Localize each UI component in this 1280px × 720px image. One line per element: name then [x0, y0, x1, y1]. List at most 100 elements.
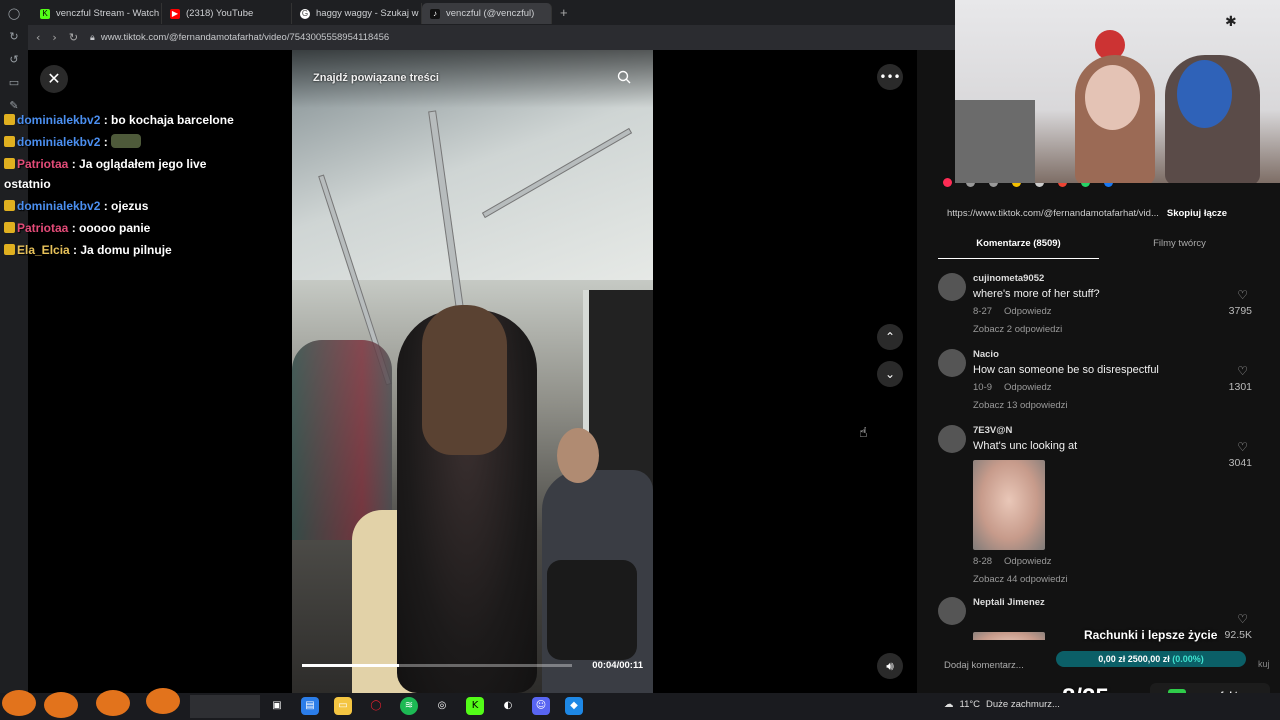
chat-text: :: [100, 135, 112, 149]
badge-icon: [4, 114, 15, 125]
tab-kick[interactable]: K venczful Stream - Watch: [32, 3, 162, 24]
reply-button[interactable]: Odpowiedz: [1004, 382, 1052, 393]
view-replies-button[interactable]: Zobacz 44 odpowiedzi: [973, 574, 1068, 585]
forward-icon[interactable]: ›: [52, 31, 56, 44]
youtube-icon: ▶: [170, 8, 180, 19]
face-paint: [1085, 65, 1140, 130]
chevron-up-icon[interactable]: ⌃: [877, 324, 903, 350]
task-view-icon[interactable]: ▣: [268, 697, 286, 715]
chat-message: Patriotaa : ooooo panie: [4, 218, 244, 238]
folder-icon[interactable]: ▭: [334, 697, 352, 715]
avatar[interactable]: [938, 273, 966, 301]
chat-username[interactable]: Patriotaa: [17, 157, 68, 171]
refresh-icon[interactable]: ↻: [5, 29, 23, 45]
like-icon[interactable]: ♡: [1237, 364, 1248, 378]
kick-app-icon[interactable]: K: [466, 697, 484, 715]
url-field[interactable]: 🔒︎ www.tiktok.com/@fernandamotafarhat/vi…: [90, 32, 389, 43]
back-icon[interactable]: ‹: [36, 31, 40, 44]
weather-temp: 11°C: [959, 699, 981, 710]
app-icon[interactable]: ◆: [565, 697, 583, 715]
chat-message: dominialekbv2 : bo kochaja barcelone: [4, 110, 244, 130]
avatar[interactable]: [938, 349, 966, 377]
weather-text: Duże zachmurz...: [986, 699, 1060, 710]
passenger-head: [557, 428, 599, 483]
new-tab-button[interactable]: +: [552, 5, 576, 20]
badge-icon: [4, 244, 15, 255]
comment-meta: 8-27 Odpowiedz: [973, 306, 1052, 317]
tab-youtube[interactable]: ▶ (2318) YouTube: [162, 3, 292, 24]
tiktok-icon: ♪: [430, 8, 440, 19]
spider-icon: ✱: [1225, 14, 1237, 30]
spotify-icon[interactable]: ≋: [400, 697, 418, 715]
video-player[interactable]: Znajdź powiązane treści 00:04/00:11: [292, 50, 653, 693]
search-icon[interactable]: [617, 70, 631, 84]
reload-icon[interactable]: ↻: [69, 31, 78, 44]
tab-google[interactable]: G haggy waggy - Szukaj w: [292, 3, 422, 24]
url-text: www.tiktok.com/@fernandamotafarhat/video…: [100, 32, 390, 43]
chat-username[interactable]: dominialekbv2: [17, 113, 100, 127]
comment-username[interactable]: 7E3V@N: [973, 425, 1012, 436]
comment-date: 8-27: [973, 306, 993, 317]
badge-icon: [4, 158, 15, 169]
pumpkin-decoration: [0, 668, 190, 720]
comment-username[interactable]: Neptali Jimenez: [973, 597, 1045, 608]
like-count: 3041: [1228, 457, 1252, 469]
address-bar: ‹ › ↻ 🔒︎ www.tiktok.com/@fernandamotafar…: [28, 25, 956, 50]
comment-meta: 8-28 Odpowiedz: [973, 556, 1052, 567]
related-search-bar[interactable]: Znajdź powiązane treści: [292, 50, 653, 108]
avatar[interactable]: [938, 597, 966, 625]
opera-logo-icon[interactable]: ◯: [5, 6, 23, 22]
video-time: 00:04/00:11: [592, 660, 643, 671]
avatar[interactable]: [938, 425, 966, 453]
like-icon[interactable]: ♡: [1237, 288, 1248, 302]
chat-username[interactable]: dominialekbv2: [17, 135, 100, 149]
copy-link-button[interactable]: Skopiuj łącze: [1167, 208, 1227, 219]
comment-date: 8-28: [973, 556, 993, 567]
shelf: [955, 100, 1035, 183]
emote-icon: [111, 134, 142, 148]
steam-icon[interactable]: ◎: [433, 697, 451, 715]
tab-bar: K venczful Stream - Watch ▶ (2318) YouTu…: [28, 0, 956, 25]
close-icon[interactable]: ✕: [40, 65, 68, 93]
reply-button[interactable]: Odpowiedz: [1004, 556, 1052, 567]
heart-icon[interactable]: [943, 177, 952, 187]
tab-title: (2318) YouTube: [186, 8, 254, 19]
app-icon[interactable]: ◐: [499, 697, 517, 715]
tab-title: haggy waggy - Szukaj w: [316, 8, 419, 19]
comment-image[interactable]: [973, 632, 1045, 640]
weather-icon: ☁: [944, 699, 954, 710]
view-replies-button[interactable]: Zobacz 13 odpowiedzi: [973, 400, 1068, 411]
tab-tiktok[interactable]: ♪ venczful (@venczful): [422, 3, 552, 24]
comment-text: where's more of her stuff?: [973, 288, 1100, 300]
video-progress-bar[interactable]: [302, 664, 572, 667]
chat-message: Patriotaa : Ja oglądałem jego live ostat…: [4, 154, 244, 194]
like-icon[interactable]: ♡: [1237, 612, 1248, 626]
chevron-down-icon[interactable]: ⌄: [877, 361, 903, 387]
video-link: https://www.tiktok.com/@fernandamotafarh…: [947, 207, 1159, 219]
chat-username[interactable]: Ela_Elcia: [17, 243, 70, 257]
reply-button[interactable]: Odpowiedz: [1004, 306, 1052, 317]
comment-image[interactable]: [973, 460, 1045, 550]
more-options-icon[interactable]: •••: [877, 64, 903, 90]
tab-creator-videos[interactable]: Filmy twórcy: [1099, 234, 1260, 259]
bag-icon[interactable]: ▭: [5, 75, 23, 91]
chat-username[interactable]: Patriotaa: [17, 221, 68, 235]
chat-username[interactable]: dominialekbv2: [17, 199, 100, 213]
related-search-label: Znajdź powiązane treści: [313, 72, 439, 84]
comment-text: How can someone be so disrespectful: [973, 364, 1159, 376]
comment-username[interactable]: Nacio: [973, 349, 999, 360]
opera-icon[interactable]: ◯: [367, 697, 385, 715]
tab-title: venczful Stream - Watch: [56, 8, 160, 19]
volume-icon[interactable]: 🔊︎: [877, 653, 903, 679]
tab-comments[interactable]: Komentarze (8509): [938, 234, 1099, 259]
taskbar-search[interactable]: [190, 695, 260, 718]
hair: [422, 305, 507, 455]
history-icon[interactable]: ↺: [5, 52, 23, 68]
discord-icon[interactable]: ☺: [532, 697, 550, 715]
tab-title: venczful (@venczful): [446, 8, 535, 19]
like-icon[interactable]: ♡: [1237, 440, 1248, 454]
view-replies-button[interactable]: Zobacz 2 odpowiedzi: [973, 324, 1062, 335]
comment-username[interactable]: cujinometa9052: [973, 273, 1044, 284]
add-comment-placeholder: Dodaj komentarz...: [944, 660, 1024, 671]
store-icon[interactable]: ▤: [301, 697, 319, 715]
